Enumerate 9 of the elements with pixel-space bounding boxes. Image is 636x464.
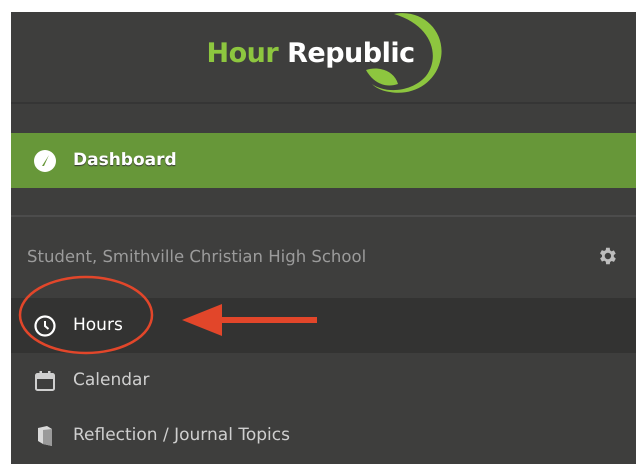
calendar-icon <box>33 368 57 392</box>
gauge-icon <box>33 148 57 172</box>
nav-item[interactable]: Reflection / Journal Topics <box>11 408 636 463</box>
nav-item[interactable]: Dashboard <box>11 133 636 188</box>
clock-icon <box>33 314 57 338</box>
section-title: Student, Smithville Christian High School <box>27 246 366 268</box>
logo-text: Hour Republic <box>206 37 415 71</box>
nav-item[interactable]: Hours <box>11 298 636 353</box>
nav-item[interactable]: Calendar <box>11 353 636 408</box>
